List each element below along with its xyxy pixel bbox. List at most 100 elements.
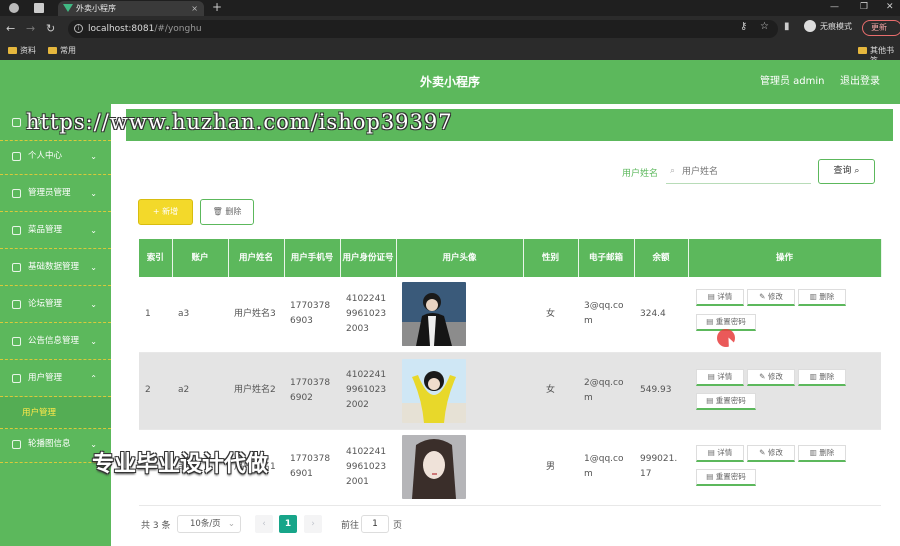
sidebar-subitem-user-management[interactable]: 用户管理 — [0, 397, 111, 429]
document-icon: ▤ — [707, 292, 715, 302]
sidebar-item-profile[interactable]: 个人中心 ⌄ — [0, 138, 111, 175]
chevron-down-icon: ⌄ — [227, 519, 235, 529]
edit-icon: ✎ — [759, 292, 766, 302]
edit-button[interactable]: ✎ 修改 — [747, 445, 795, 462]
column-header: 用户手机号 — [284, 239, 341, 277]
sidebar-item-basedata[interactable]: 基础数据管理 ⌄ — [0, 249, 111, 286]
delete-button[interactable]: ▥ 删除 — [798, 289, 846, 307]
table-row[interactable]: 2 a2 用户姓名2 17703786902 41022419961023200… — [139, 352, 881, 430]
detail-label: 详情 — [717, 448, 733, 457]
cell-email: 3@qq.com — [578, 277, 634, 353]
sidebar-item-notice[interactable]: 公告信息管理 ⌄ — [0, 323, 111, 360]
sidebar-item-label: 用户管理 — [28, 373, 63, 383]
query-label: 查询 — [833, 166, 852, 176]
logout-link[interactable]: 退出登录 — [840, 60, 880, 104]
browser-tab[interactable]: 外卖小程序 × — [58, 1, 204, 16]
chevron-down-icon: ⌄ — [90, 189, 97, 198]
query-button[interactable]: 查询 ⌕ — [818, 159, 875, 184]
reset-password-button[interactable]: ▤ 重置密码 — [696, 469, 756, 486]
table-row[interactable]: 1 a3 用户姓名3 17703786903 41022419961023200… — [139, 277, 881, 353]
next-page-button[interactable]: › — [304, 515, 322, 533]
document-icon: ▤ — [706, 317, 714, 327]
goto-page-input[interactable]: 1 — [361, 515, 389, 533]
cell-name: 用户姓名3 — [228, 277, 284, 353]
delete-button[interactable]: ▥ 删除 — [798, 445, 846, 462]
cell-avatar — [396, 352, 523, 430]
site-info-icon[interactable]: i — [74, 24, 83, 33]
sidebar-item-users[interactable]: 用户管理 ⌃ — [0, 360, 111, 397]
minimize-icon[interactable]: — — [830, 0, 839, 14]
document-icon: ▤ — [707, 371, 715, 381]
menu-item-icon — [12, 440, 21, 449]
close-window-icon[interactable]: ✕ — [886, 0, 894, 14]
new-tab-button[interactable]: + — [212, 0, 222, 15]
sidebar-item-forum[interactable]: 论坛管理 ⌄ — [0, 286, 111, 323]
cell-id-card: 410224199610232001 — [340, 429, 396, 506]
column-header: 用户头像 — [396, 239, 524, 277]
edit-button[interactable]: ✎ 修改 — [747, 368, 795, 386]
cell-gender: 女 — [523, 352, 578, 430]
url-field[interactable]: i localhost:8081/#/yonghu — [68, 20, 778, 38]
add-button[interactable]: + 新增 — [138, 199, 193, 225]
table-header-row: 索引 账户 用户姓名 用户手机号 用户身份证号 用户头像 性别 电子邮箱 余额 … — [139, 239, 882, 277]
reload-icon[interactable]: ↻ — [46, 22, 55, 36]
menu-item-icon — [12, 374, 21, 383]
window-icon[interactable] — [34, 3, 44, 13]
incognito-indicator[interactable]: 无痕模式 — [804, 20, 852, 32]
chevron-down-icon: ⌄ — [90, 226, 97, 235]
tab-close-icon[interactable]: × — [191, 1, 198, 16]
reset-password-button[interactable]: ▤ 重置密码 — [696, 392, 756, 410]
trash-icon: ▥ — [809, 292, 817, 302]
cell-account: a3 — [172, 277, 228, 353]
page-size-select[interactable]: 10条/页 ⌄ — [177, 515, 241, 533]
menu-item-icon — [12, 263, 21, 272]
restore-icon[interactable]: ❐ — [860, 0, 868, 14]
menu-item-icon — [12, 189, 21, 198]
column-header: 账户 — [172, 239, 229, 277]
cell-index: 1 — [139, 277, 172, 353]
delete-button[interactable]: ▥ 删除 — [798, 368, 846, 386]
user-avatar-image — [402, 435, 466, 499]
cell-name: 用户姓名2 — [228, 352, 284, 430]
menu-item-icon — [12, 118, 21, 127]
cell-id-card: 410224199610232002 — [340, 352, 396, 430]
star-icon[interactable]: ☆ — [760, 21, 769, 32]
cell-account: a2 — [172, 352, 228, 430]
detail-button[interactable]: ▤ 详情 — [696, 445, 744, 462]
detail-button[interactable]: ▤ 详情 — [696, 368, 744, 386]
admin-label: 管理员 admin — [760, 76, 825, 87]
search-input[interactable] — [666, 160, 811, 184]
browser-menu-icon[interactable] — [9, 3, 19, 13]
bookmark-folder[interactable]: 常用 — [48, 46, 76, 56]
edit-icon: ✎ — [759, 371, 766, 381]
detail-label: 详情 — [717, 371, 733, 381]
update-button[interactable]: 更新 — [862, 20, 900, 36]
document-icon: ▤ — [707, 448, 715, 457]
sidepanel-icon[interactable]: ▮ — [784, 21, 790, 32]
cell-email: 2@qq.com — [578, 352, 634, 430]
menu-item-icon — [12, 152, 21, 161]
detail-button[interactable]: ▤ 详情 — [696, 289, 744, 307]
current-page-button[interactable]: 1 — [279, 515, 297, 533]
bookmark-folder[interactable]: 资料 — [8, 46, 36, 56]
cell-index: 2 — [139, 352, 172, 430]
forward-icon[interactable]: → — [26, 22, 35, 36]
reset-password-label: 重置密码 — [715, 317, 746, 327]
vue-logo-icon — [63, 4, 73, 12]
delete-label: 删除 — [819, 292, 835, 302]
pagination-total: 共 3 条 — [141, 521, 171, 531]
back-icon[interactable]: ← — [6, 22, 15, 36]
watermark-url: https://www.huzhan.com/ishop39397 — [26, 110, 453, 134]
sidebar-item-admins[interactable]: 管理员管理 ⌄ — [0, 175, 111, 212]
browser-tab-title: 外卖小程序 — [76, 4, 116, 13]
edit-label: 修改 — [767, 292, 783, 302]
menu-item-icon — [12, 337, 21, 346]
key-icon[interactable]: ⚷ — [740, 21, 747, 32]
prev-page-button[interactable]: ‹ — [255, 515, 273, 533]
sidebar-item-dishes[interactable]: 菜品管理 ⌄ — [0, 212, 111, 249]
sidebar: 首页 个人中心 ⌄ 管理员管理 ⌄ 菜品管理 ⌄ 基础数据管理 ⌄ 论坛管理 ⌄ 公告信息… — [0, 104, 111, 546]
search-label: 用户姓名 — [622, 169, 659, 179]
sidebar-item-label: 公告信息管理 — [28, 336, 80, 346]
batch-delete-button[interactable]: 🗑 删除 — [200, 199, 254, 225]
edit-button[interactable]: ✎ 修改 — [747, 289, 795, 307]
